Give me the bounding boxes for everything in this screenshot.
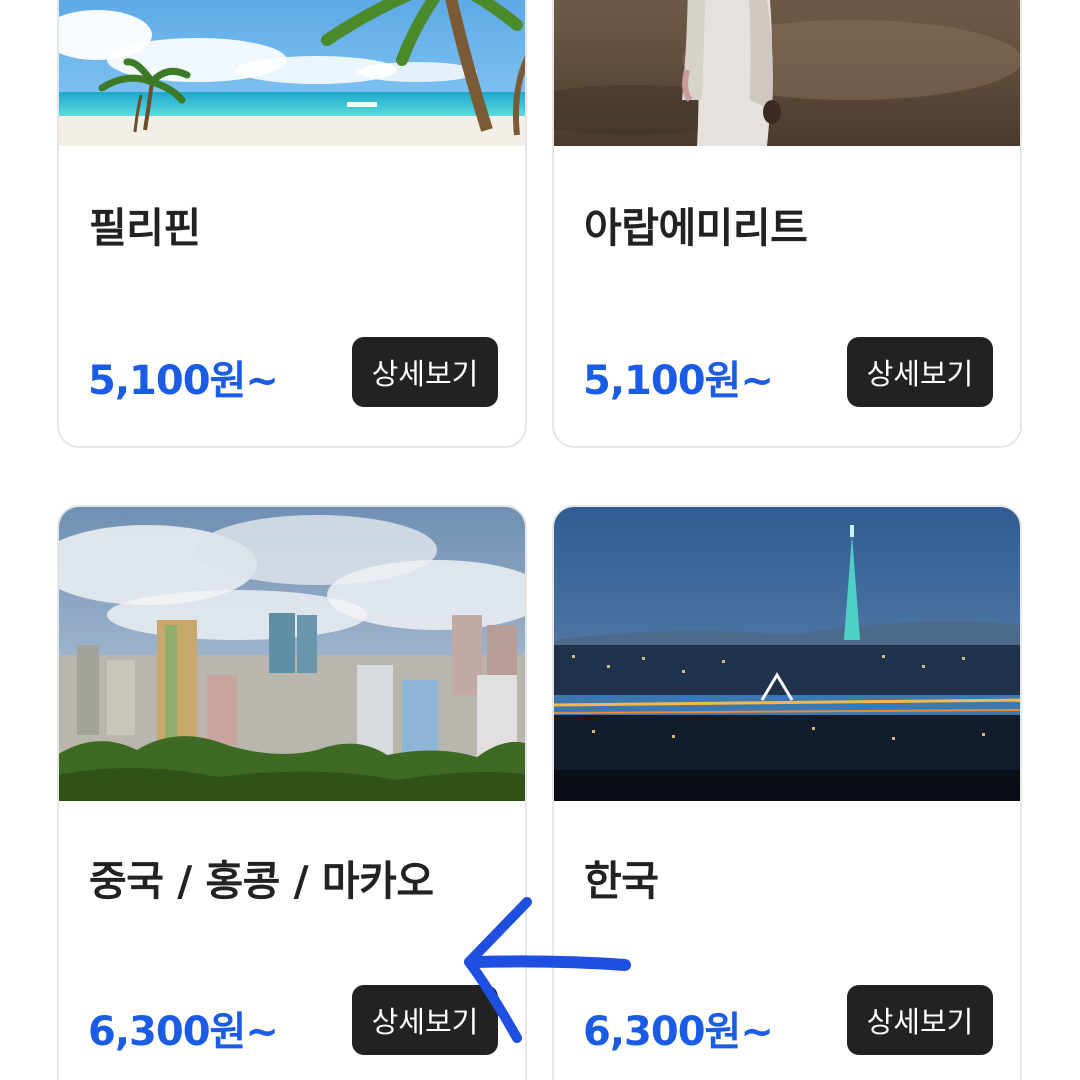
detail-button[interactable]: 상세보기 (352, 337, 498, 407)
detail-button[interactable]: 상세보기 (847, 337, 993, 407)
destination-name: 아랍에미리트 (584, 204, 808, 252)
destination-card-korea[interactable]: 한국 6,300원~ 상세보기 (552, 505, 1022, 1080)
desert-person-photo (554, 0, 1020, 146)
destination-card-china-hk-macau[interactable]: 중국 / 홍콩 / 마카오 6,300원~ 상세보기 (57, 505, 527, 1080)
destination-price: 5,100원~ (88, 358, 279, 404)
destination-name: 중국 / 홍콩 / 마카오 (89, 857, 434, 905)
destination-price: 6,300원~ (88, 1009, 279, 1055)
destination-card-uae[interactable]: 아랍에미리트 5,100원~ 상세보기 (552, 0, 1022, 448)
beach-palm-photo (59, 0, 525, 146)
destination-grid: 필리핀 5,100원~ 상세보기 아랍에미리트 5,100원~ 상세보기 중국 … (0, 0, 1080, 1080)
detail-button[interactable]: 상세보기 (847, 985, 993, 1055)
macau-skyline-photo (59, 507, 525, 801)
seoul-night-photo (554, 507, 1020, 801)
detail-button[interactable]: 상세보기 (352, 985, 498, 1055)
destination-name: 한국 (584, 857, 659, 905)
destination-price: 6,300원~ (583, 1009, 774, 1055)
destination-price: 5,100원~ (583, 358, 774, 404)
destination-card-philippines[interactable]: 필리핀 5,100원~ 상세보기 (57, 0, 527, 448)
destination-name: 필리핀 (89, 204, 201, 252)
